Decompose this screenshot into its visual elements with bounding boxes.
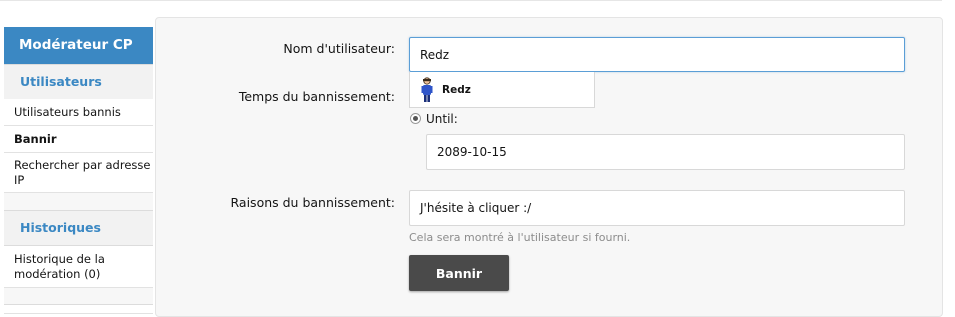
sidebar-item-label: Utilisateurs bannis bbox=[14, 105, 121, 119]
until-radio[interactable] bbox=[410, 113, 421, 124]
reason-input[interactable]: J'hésite à cliquer :/ bbox=[409, 190, 905, 226]
until-radio-label: Until: bbox=[426, 112, 458, 126]
top-divider bbox=[0, 0, 942, 1]
ban-submit-button[interactable]: Bannir bbox=[409, 255, 509, 291]
reason-hint: Cela sera montré à l'utilisateur si four… bbox=[409, 231, 631, 244]
until-date-value: 2089-10-15 bbox=[437, 145, 507, 159]
username-value: Redz bbox=[420, 47, 450, 62]
sidebar-item-ban[interactable]: Bannir bbox=[4, 126, 153, 153]
username-input[interactable]: Redz bbox=[409, 37, 905, 72]
moderator-sidebar: Modérateur CP Utilisateurs Utilisateurs … bbox=[4, 27, 153, 314]
suggestion-name: Redz bbox=[442, 83, 471, 96]
sidebar-item-label: Bannir bbox=[14, 132, 57, 146]
reason-value: J'hésite à cliquer :/ bbox=[420, 201, 532, 215]
sidebar-gap bbox=[4, 288, 153, 304]
sidebar-section-logs: Historiques bbox=[4, 210, 153, 246]
username-label: Nom d'utilisateur: bbox=[283, 41, 395, 56]
sidebar-item-search-ip[interactable]: Rechercher par adresse IP bbox=[4, 153, 153, 193]
reason-label: Raisons du bannissement: bbox=[230, 195, 395, 210]
until-date-input[interactable]: 2089-10-15 bbox=[426, 134, 905, 170]
user-avatar-icon bbox=[420, 76, 434, 103]
sidebar-item-label: Rechercher par adresse IP bbox=[14, 158, 151, 187]
duration-label: Temps du bannissement: bbox=[238, 89, 395, 104]
sidebar-item-moderation-log[interactable]: Historique de la modération (0) bbox=[4, 246, 153, 288]
sidebar-section-logs-label: Historiques bbox=[20, 220, 101, 235]
sidebar-item-partial bbox=[4, 304, 153, 314]
sidebar-item-label: Historique de la modération (0) bbox=[14, 252, 105, 281]
sidebar-section-users-label: Utilisateurs bbox=[20, 74, 102, 89]
username-suggestion[interactable]: Redz bbox=[409, 72, 595, 108]
